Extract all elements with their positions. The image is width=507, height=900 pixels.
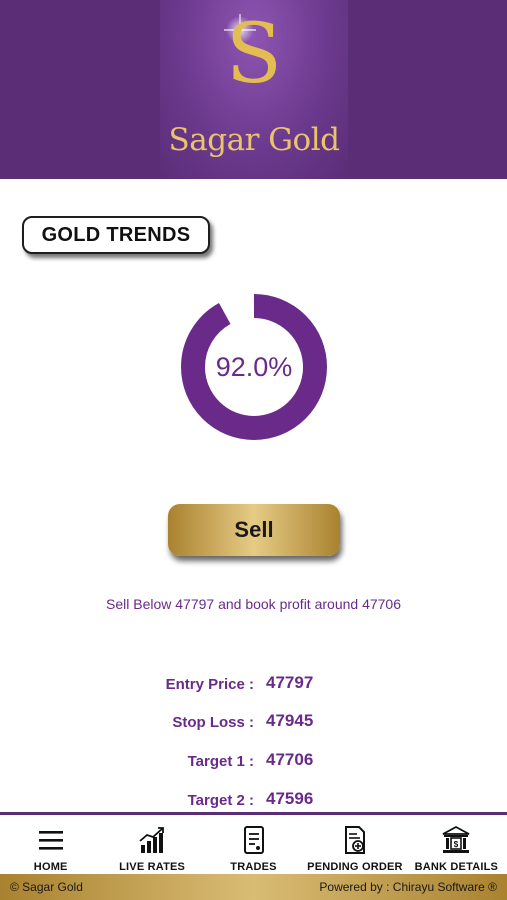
- progress-percent-label: 92.0%: [215, 351, 293, 382]
- app-footer: © Sagar Gold Powered by : Chirayu Softwa…: [0, 874, 507, 900]
- target-1-row: Target 1 : 47706: [0, 749, 507, 773]
- nav-item-home[interactable]: HOME: [0, 815, 101, 874]
- target-2-label: Target 2 :: [187, 792, 254, 809]
- entry-price-value: 47797: [266, 673, 314, 692]
- entry-price-row: Entry Price : 47797: [0, 672, 507, 696]
- document-icon: [243, 826, 264, 854]
- bar-chart-icon: [139, 827, 165, 853]
- target-2-value: 47596: [266, 789, 314, 808]
- stop-loss-value: 47945: [266, 711, 314, 730]
- stop-loss-label: Stop Loss :: [172, 714, 254, 731]
- nav-label-bank-details: BANK DETAILS: [414, 861, 499, 873]
- app-header: S Sagar Gold: [0, 0, 507, 179]
- nav-label-trades: TRADES: [230, 861, 277, 873]
- nav-label-home: HOME: [33, 861, 68, 873]
- target-2-row: Target 2 : 47596: [0, 788, 507, 812]
- entry-price-label: Entry Price :: [165, 676, 254, 693]
- nav-item-trades[interactable]: TRADES: [203, 815, 304, 874]
- nav-label-pending-order: PENDING ORDER: [307, 861, 403, 873]
- sell-button[interactable]: Sell: [168, 504, 340, 556]
- bank-icon: $: [442, 825, 470, 853]
- brand-logo: S Sagar Gold: [160, 0, 348, 179]
- logo-letter: S: [225, 7, 283, 102]
- powered-by-text: Powered by : Chirayu Software ®: [319, 880, 497, 894]
- target-1-value: 47706: [266, 750, 314, 769]
- nav-label-live-rates: LIVE RATES: [119, 861, 186, 873]
- section-title: GOLD TRENDS: [22, 216, 210, 254]
- svg-text:$: $: [454, 840, 459, 849]
- stop-loss-row: Stop Loss : 47945: [0, 710, 507, 734]
- bottom-navigation: HOME LIVE RATES TRADES PENDING ORDER $ B…: [0, 812, 507, 874]
- target-1-label: Target 1 :: [187, 753, 254, 770]
- trade-advice-text: Sell Below 47797 and book profit around …: [106, 596, 401, 612]
- menu-icon: [38, 831, 63, 850]
- copyright-text: © Sagar Gold: [10, 880, 83, 894]
- nav-item-bank-details[interactable]: $ BANK DETAILS: [406, 815, 507, 874]
- nav-item-pending-order[interactable]: PENDING ORDER: [304, 815, 405, 874]
- add-document-icon: [344, 826, 365, 854]
- brand-name: Sagar Gold: [168, 122, 340, 158]
- trend-progress-ring: 92.0%: [180, 293, 328, 441]
- nav-item-live-rates[interactable]: LIVE RATES: [101, 815, 202, 874]
